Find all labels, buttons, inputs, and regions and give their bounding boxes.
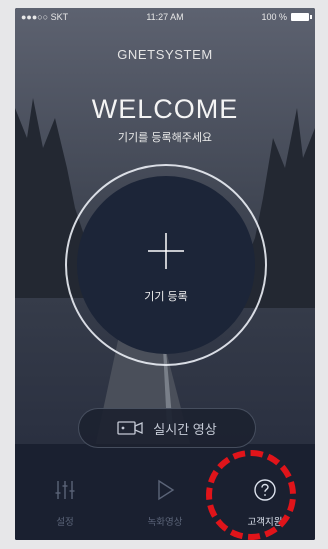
register-device-label: 기기 등록 [144, 291, 188, 303]
live-video-label: 실시간 영상 [153, 421, 217, 437]
live-video-button[interactable]: 실시간 영상 [78, 408, 256, 448]
battery-percent: 100 % [261, 12, 287, 22]
tab-settings-label: 설정 [56, 517, 74, 528]
plus-icon [148, 233, 184, 269]
live-video-icon [117, 421, 143, 435]
battery-icon [291, 13, 312, 21]
tab-recordings-label: 녹화영상 [147, 517, 183, 528]
tab-recordings[interactable]: 녹화영상 [115, 452, 215, 540]
tab-settings[interactable]: 설정 [15, 452, 115, 540]
highlight-dashed-circle [206, 450, 296, 540]
welcome-title: WELCOME [91, 94, 239, 124]
play-icon [158, 479, 175, 501]
brand-title: GNETSYSTEM [117, 47, 213, 62]
battery-indicator: 100 % [261, 12, 312, 22]
welcome-subtitle: 기기를 등록해주세요 [117, 132, 213, 144]
register-device-button[interactable]: 기기 등록 [77, 176, 255, 354]
status-bar: ●●●○○ SKT 11:27 AM 100 % [15, 8, 315, 26]
settings-sliders-icon [55, 481, 75, 499]
